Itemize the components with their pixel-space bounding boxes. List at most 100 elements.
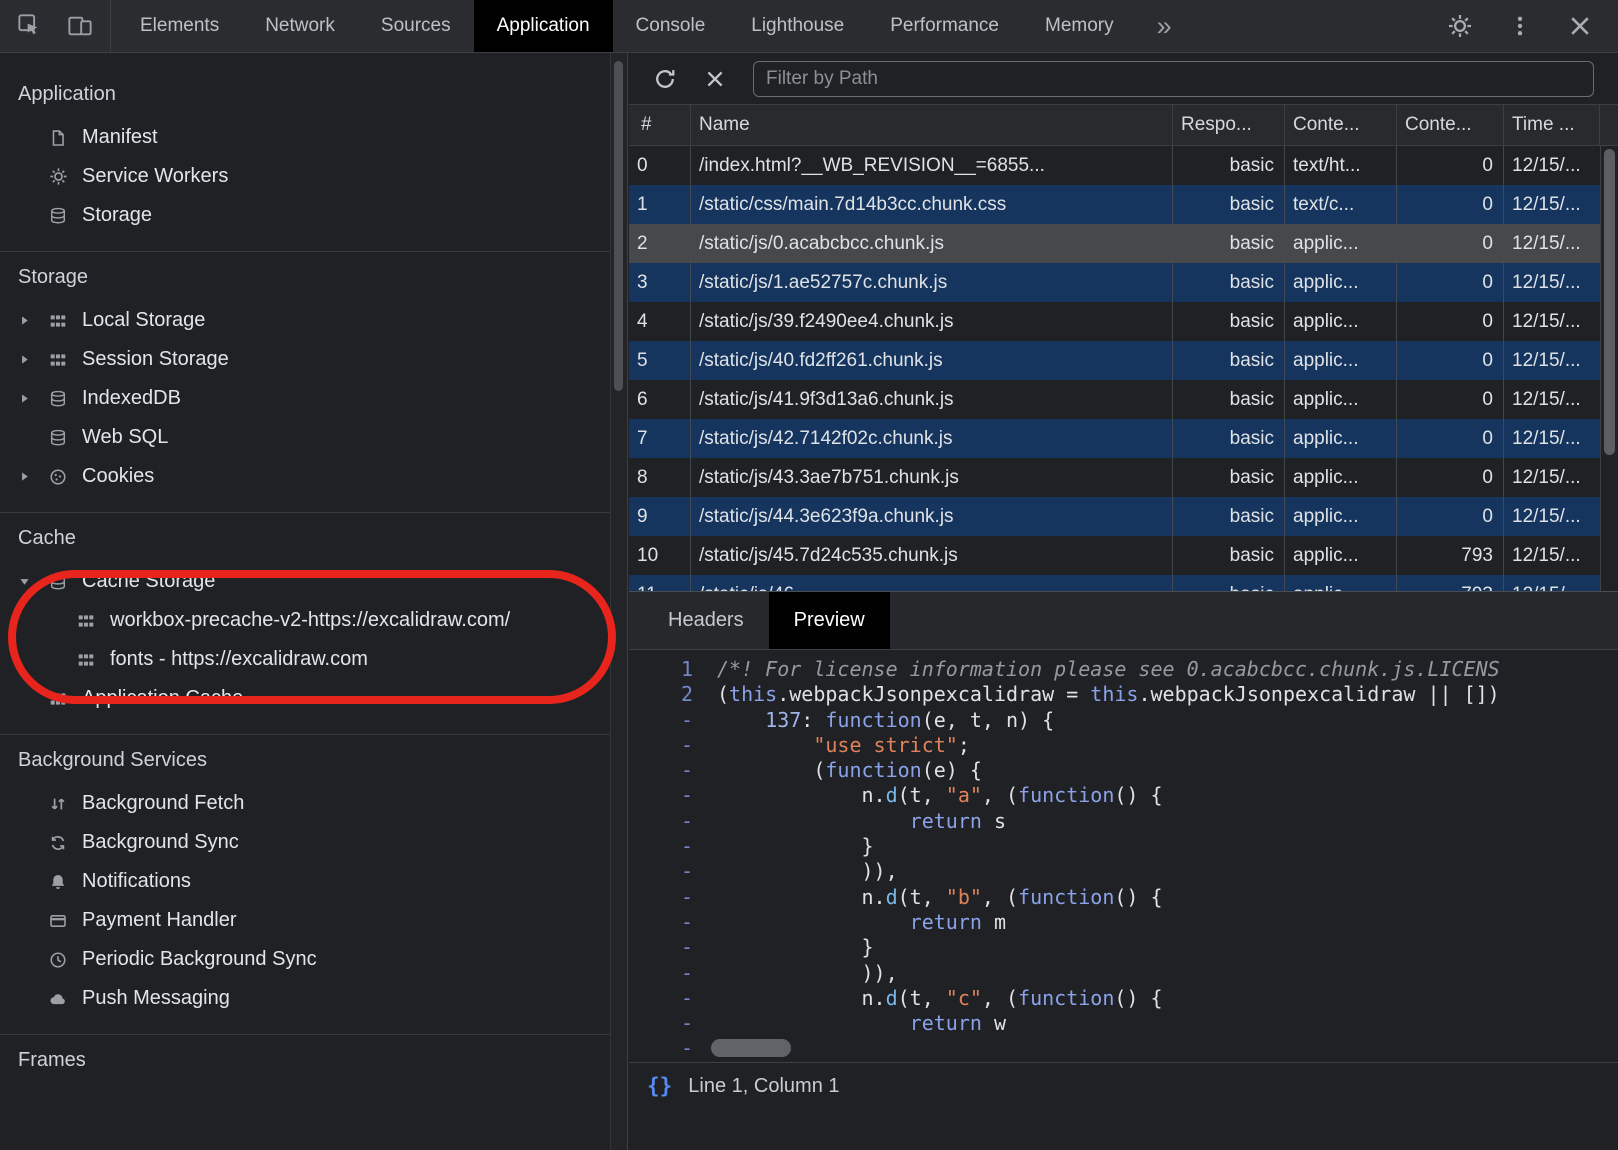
clear-x-icon[interactable] <box>703 67 727 91</box>
sidebar-item-local-storage[interactable]: Local Storage <box>0 301 627 340</box>
sidebar-item-label: fonts - https://excalidraw.com <box>110 648 368 671</box>
table-scrollbar-thumb[interactable] <box>1604 149 1615 455</box>
sidebar-scrollbar-thumb[interactable] <box>614 61 623 391</box>
column-header-time[interactable]: Time ... <box>1504 105 1600 145</box>
expand-arrow-right-icon[interactable] <box>18 470 48 483</box>
tab-performance[interactable]: Performance <box>867 0 1022 52</box>
tab-elements[interactable]: Elements <box>117 0 242 52</box>
cell-num: 4 <box>629 302 691 341</box>
sidebar-item-service-workers[interactable]: Service Workers <box>0 157 627 196</box>
kebab-menu-icon[interactable] <box>1506 12 1534 40</box>
table-scrollbar[interactable] <box>1600 146 1618 591</box>
sidebar-item-application-cache[interactable]: Application Cache <box>0 679 627 718</box>
service-worker-gear-icon <box>48 167 68 187</box>
sidebar-item-session-storage[interactable]: Session Storage <box>0 340 627 379</box>
table-row-1[interactable]: 1/static/css/main.7d14b3cc.chunk.cssbasi… <box>629 185 1600 224</box>
sidebar-item-fonts-https-excalidraw-com[interactable]: fonts - https://excalidraw.com <box>0 640 627 679</box>
refresh-icon[interactable] <box>653 67 677 91</box>
sidebar-scrollbar[interactable] <box>610 53 627 1150</box>
line-number-gutter: - <box>629 910 709 935</box>
table-row-11[interactable]: 11/static/js/46...basicapplic...79312/15… <box>629 575 1600 591</box>
line-number-gutter: - <box>629 758 709 783</box>
code-horizontal-scrollbar-thumb[interactable] <box>711 1039 791 1057</box>
device-toolbar-icon[interactable] <box>66 12 94 40</box>
scrollbar-header-filler <box>1600 105 1618 145</box>
table-row-3[interactable]: 3/static/js/1.ae52757c.chunk.jsbasicappl… <box>629 263 1600 302</box>
table-row-8[interactable]: 8/static/js/43.3ae7b751.chunk.jsbasicapp… <box>629 458 1600 497</box>
tab-console[interactable]: Console <box>613 0 729 52</box>
expand-arrow-right-icon[interactable] <box>18 353 48 366</box>
cell-time: 12/15/... <box>1504 497 1600 536</box>
column-header-response-type[interactable]: Respo... <box>1173 105 1285 145</box>
cell-content-type: applic... <box>1285 341 1397 380</box>
sidebar-item-cache-storage[interactable]: Cache Storage <box>0 562 627 601</box>
sidebar-item-label: Service Workers <box>82 165 228 188</box>
sidebar-item-workbox-precache-v2-https-excalidraw-com[interactable]: workbox-precache-v2-https://excalidraw.c… <box>0 601 627 640</box>
cell-name: /static/css/main.7d14b3cc.chunk.css <box>691 185 1173 224</box>
preview-tab-headers[interactable]: Headers <box>643 592 769 649</box>
preview-tab-preview[interactable]: Preview <box>769 592 890 649</box>
section-title-application: Application <box>0 69 627 118</box>
more-tabs-icon[interactable]: » <box>1147 0 1182 52</box>
table-row-9[interactable]: 9/static/js/44.3e623f9a.chunk.jsbasicapp… <box>629 497 1600 536</box>
cell-name: /static/js/46... <box>691 575 1173 591</box>
cell-content-length: 0 <box>1397 263 1504 302</box>
table-row-4[interactable]: 4/static/js/39.f2490ee4.chunk.jsbasicapp… <box>629 302 1600 341</box>
code-line-5: - (function(e) { <box>629 758 1618 783</box>
section-title-frames: Frames <box>0 1035 627 1084</box>
sidebar-item-periodic-background-sync[interactable]: Periodic Background Sync <box>0 940 627 979</box>
line-number-gutter: 2 <box>629 682 709 707</box>
expand-arrow-down-icon[interactable] <box>18 575 48 588</box>
tab-network[interactable]: Network <box>242 0 358 52</box>
expand-arrow-right-icon[interactable] <box>18 314 48 327</box>
tab-sources[interactable]: Sources <box>358 0 474 52</box>
sidebar-item-indexeddb[interactable]: IndexedDB <box>0 379 627 418</box>
sidebar-sections: ApplicationManifest Service Workers Storag… <box>0 69 627 1100</box>
code-line-text: 137: function(e, t, n) { <box>709 708 1054 733</box>
column-header-name[interactable]: Name <box>691 105 1173 145</box>
cell-content-type: applic... <box>1285 575 1397 591</box>
table-row-7[interactable]: 7/static/js/42.7142f02c.chunk.jsbasicapp… <box>629 419 1600 458</box>
filter-by-path-input[interactable] <box>753 61 1594 97</box>
toolbar-left-icons <box>0 0 111 52</box>
sidebar-item-payment-handler[interactable]: Payment Handler <box>0 901 627 940</box>
table-row-5[interactable]: 5/static/js/40.fd2ff261.chunk.jsbasicapp… <box>629 341 1600 380</box>
table-row-6[interactable]: 6/static/js/41.9f3d13a6.chunk.jsbasicapp… <box>629 380 1600 419</box>
table-row-2[interactable]: 2/static/js/0.acabcbcc.chunk.jsbasicappl… <box>629 224 1600 263</box>
settings-gear-icon[interactable] <box>1446 12 1474 40</box>
sidebar-item-background-sync[interactable]: Background Sync <box>0 823 627 862</box>
tab-memory[interactable]: Memory <box>1022 0 1137 52</box>
storage-database-icon <box>48 389 68 409</box>
datagrid-icon <box>76 611 96 631</box>
column-header-content-length[interactable]: Conte... <box>1397 105 1504 145</box>
cell-content-type: text/c... <box>1285 185 1397 224</box>
sidebar-item-manifest[interactable]: Manifest <box>0 118 627 157</box>
expand-arrow-right-icon[interactable] <box>18 392 48 405</box>
line-number-gutter: - <box>629 1011 709 1036</box>
table-row-10[interactable]: 10/static/js/45.7d24c535.chunk.jsbasicap… <box>629 536 1600 575</box>
sidebar-item-push-messaging[interactable]: Push Messaging <box>0 979 627 1018</box>
column-header-content-type[interactable]: Conte... <box>1285 105 1397 145</box>
cookie-icon <box>48 467 68 487</box>
tab-application[interactable]: Application <box>474 0 613 52</box>
preview-tab-strip: HeadersPreview <box>629 592 1618 650</box>
sidebar-item-web-sql[interactable]: Web SQL <box>0 418 627 457</box>
sidebar-item-background-fetch[interactable]: Background Fetch <box>0 784 627 823</box>
close-devtools-icon[interactable] <box>1566 12 1594 40</box>
datagrid-icon <box>48 689 68 709</box>
cell-num: 0 <box>629 146 691 185</box>
sidebar-item-storage[interactable]: Storage <box>0 196 627 235</box>
column-header-num[interactable]: # <box>629 105 691 145</box>
inspect-element-icon[interactable] <box>16 12 44 40</box>
code-line-1: 1/*! For license information please see … <box>629 657 1618 682</box>
sidebar-item-notifications[interactable]: Notifications <box>0 862 627 901</box>
sidebar-item-cookies[interactable]: Cookies <box>0 457 627 496</box>
cell-response-type: basic <box>1173 419 1285 458</box>
section-title-background-services: Background Services <box>0 735 627 784</box>
tab-lighthouse[interactable]: Lighthouse <box>728 0 867 52</box>
code-line-text: (function(e) { <box>709 758 982 783</box>
section-title-cache: Cache <box>0 513 627 562</box>
table-row-0[interactable]: 0/index.html?__WB_REVISION__=6855...basi… <box>629 146 1600 185</box>
pretty-print-braces-icon[interactable]: {} <box>647 1074 672 1098</box>
sidebar-item-label: Cache Storage <box>82 570 215 593</box>
